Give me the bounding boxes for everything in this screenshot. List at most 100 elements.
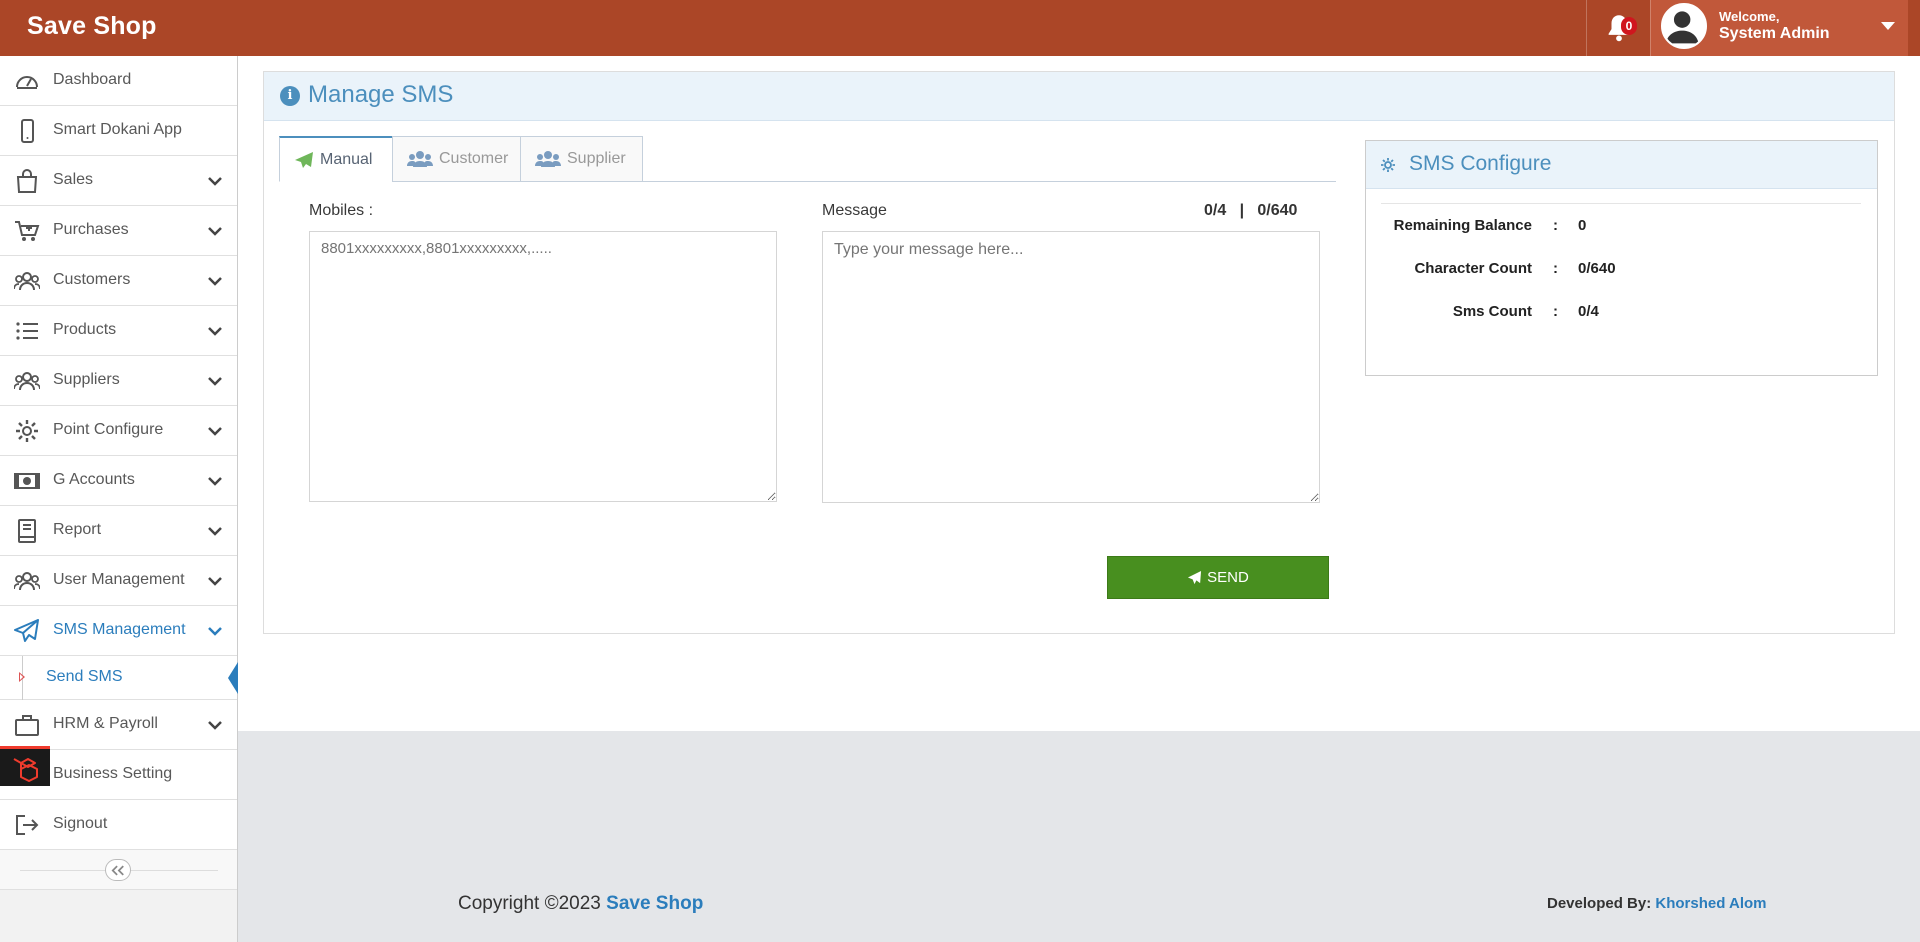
book-icon: [13, 519, 41, 543]
manage-sms-panel: i Manage SMS Manual Customer Supplier Mo…: [263, 71, 1895, 634]
top-navbar: Save Shop 0 Welcome, System Admin: [0, 0, 1920, 56]
paper-plane-icon: [13, 619, 41, 643]
sidebar-item-signout[interactable]: Signout: [0, 800, 237, 850]
chevron-down-icon: [208, 377, 222, 386]
send-label: SEND: [1207, 569, 1249, 586]
shopping-bag-icon: [13, 169, 41, 193]
laravel-logo-icon: [13, 757, 38, 782]
sidebar-item-label: Signout: [53, 815, 108, 832]
sms-configure-header: SMS Configure: [1366, 141, 1877, 189]
sidebar-item-user-management[interactable]: User Management: [0, 556, 237, 606]
recipient-tabs: Manual Customer Supplier: [279, 136, 1336, 182]
mobiles-input[interactable]: [309, 231, 777, 502]
sidebar-item-sales[interactable]: Sales: [0, 156, 237, 206]
sidebar-collapse-button[interactable]: [105, 859, 131, 881]
sidebar-item-dashboard[interactable]: Dashboard: [0, 56, 237, 106]
sidebar-item-products[interactable]: Products: [0, 306, 237, 356]
speedometer-icon: [13, 69, 41, 93]
info-icon: i: [280, 86, 300, 106]
send-button[interactable]: SEND: [1107, 556, 1329, 599]
sms-count-row: Sms Count : 0/4: [1452, 303, 1599, 320]
sidebar: Dashboard Smart Dokani App Sales Purchas…: [0, 56, 238, 942]
sidebar-item-label: HRM & Payroll: [53, 715, 158, 732]
sidebar-item-g-accounts[interactable]: G Accounts: [0, 456, 237, 506]
sidebar-item-label: G Accounts: [53, 471, 135, 488]
tab-customer[interactable]: Customer: [392, 136, 521, 182]
sidebar-item-smart-dokani-app[interactable]: Smart Dokani App: [0, 106, 237, 156]
chevron-down-icon: [208, 577, 222, 586]
remaining-balance-value: 0: [1578, 217, 1587, 234]
sms-configure-panel: SMS Configure Remaining Balance : 0 Char…: [1365, 140, 1878, 376]
chevron-down-icon: [208, 477, 222, 486]
config-key: Character Count: [1414, 260, 1532, 277]
sidebar-item-customers[interactable]: Customers: [0, 256, 237, 306]
remaining-balance-row: Remaining Balance : 0: [1393, 217, 1587, 234]
notification-button[interactable]: 0: [1586, 0, 1650, 56]
user-name: System Admin: [1719, 25, 1830, 42]
briefcase-icon: [13, 713, 41, 737]
footer-developer: Developed By: Khorshed Alom: [1547, 895, 1767, 912]
brand-logo[interactable]: Save Shop: [27, 12, 157, 41]
user-avatar-icon: [1665, 11, 1699, 44]
message-label: Message: [822, 202, 887, 219]
chevron-down-icon: [208, 627, 222, 636]
chevron-down-icon: [208, 721, 222, 730]
developer-link[interactable]: Khorshed Alom: [1655, 895, 1766, 912]
sidebar-subitem-send-sms[interactable]: Send SMS: [0, 656, 238, 700]
character-count-value: 0/640: [1578, 260, 1616, 277]
user-menu[interactable]: Welcome, System Admin: [1650, 0, 1908, 56]
mobile-icon: [13, 119, 41, 143]
message-counter: 0/4 | 0/640: [1204, 202, 1298, 219]
panel-header: i Manage SMS: [264, 72, 1894, 121]
mobiles-label: Mobiles :: [309, 202, 374, 219]
sidebar-subitem-label: Send SMS: [46, 668, 123, 685]
users-icon: [13, 569, 41, 593]
money-icon: [13, 469, 41, 493]
users-icon: [13, 269, 41, 293]
config-key: Remaining Balance: [1393, 217, 1532, 234]
paper-plane-icon: [295, 151, 313, 168]
footer-copyright: Copyright ©2023 Save Shop: [458, 893, 703, 915]
sidebar-item-label: Suppliers: [53, 371, 120, 388]
sidebar-item-label: User Management: [53, 571, 185, 588]
double-chevron-left-icon: [111, 865, 124, 875]
message-input[interactable]: [822, 231, 1320, 503]
cart-plus-icon: [13, 219, 41, 243]
tab-supplier[interactable]: Supplier: [520, 136, 643, 182]
sms-configure-title: SMS Configure: [1409, 152, 1552, 175]
page-title: Manage SMS: [308, 81, 454, 108]
notification-badge: 0: [1621, 17, 1637, 35]
tab-label: Customer: [439, 150, 509, 167]
tab-label: Manual: [320, 150, 373, 168]
caret-down-icon[interactable]: [1881, 22, 1895, 30]
sidebar-item-hrm-payroll[interactable]: HRM & Payroll: [0, 700, 237, 750]
chevron-down-icon: [208, 527, 222, 536]
sidebar-item-point-configure[interactable]: Point Configure: [0, 406, 237, 456]
character-count-row: Character Count : 0/640: [1414, 260, 1616, 277]
developed-by-label: Developed By:: [1547, 895, 1652, 912]
sidebar-item-label: Products: [53, 321, 117, 338]
welcome-text: Welcome,: [1719, 9, 1780, 24]
sidebar-item-purchases[interactable]: Purchases: [0, 206, 237, 256]
sidebar-collapse-row: [0, 850, 237, 890]
users-icon: [407, 151, 433, 167]
chevron-down-icon: [208, 177, 222, 186]
copyright-text: Copyright ©2023: [458, 893, 601, 914]
sidebar-item-sms-management[interactable]: SMS Management: [0, 606, 237, 656]
laravel-debugbar-icon[interactable]: [0, 746, 50, 786]
sidebar-item-report[interactable]: Report: [0, 506, 237, 556]
sidebar-item-suppliers[interactable]: Suppliers: [0, 356, 237, 406]
chevron-down-icon: [208, 327, 222, 336]
sidebar-item-label: SMS Management: [53, 621, 186, 638]
sidebar-item-label: Point Configure: [53, 421, 164, 438]
sidebar-item-label: Customers: [53, 271, 131, 288]
sidebar-item-label: Smart Dokani App: [53, 121, 182, 138]
config-key: Sms Count: [1452, 303, 1532, 320]
gear-icon: [13, 419, 41, 443]
tab-manual[interactable]: Manual: [279, 136, 393, 182]
footer-brand-link[interactable]: Save Shop: [606, 893, 703, 914]
tab-label: Supplier: [567, 150, 626, 167]
sign-out-icon: [13, 813, 41, 837]
chevron-down-icon: [208, 427, 222, 436]
avatar: [1661, 3, 1707, 49]
